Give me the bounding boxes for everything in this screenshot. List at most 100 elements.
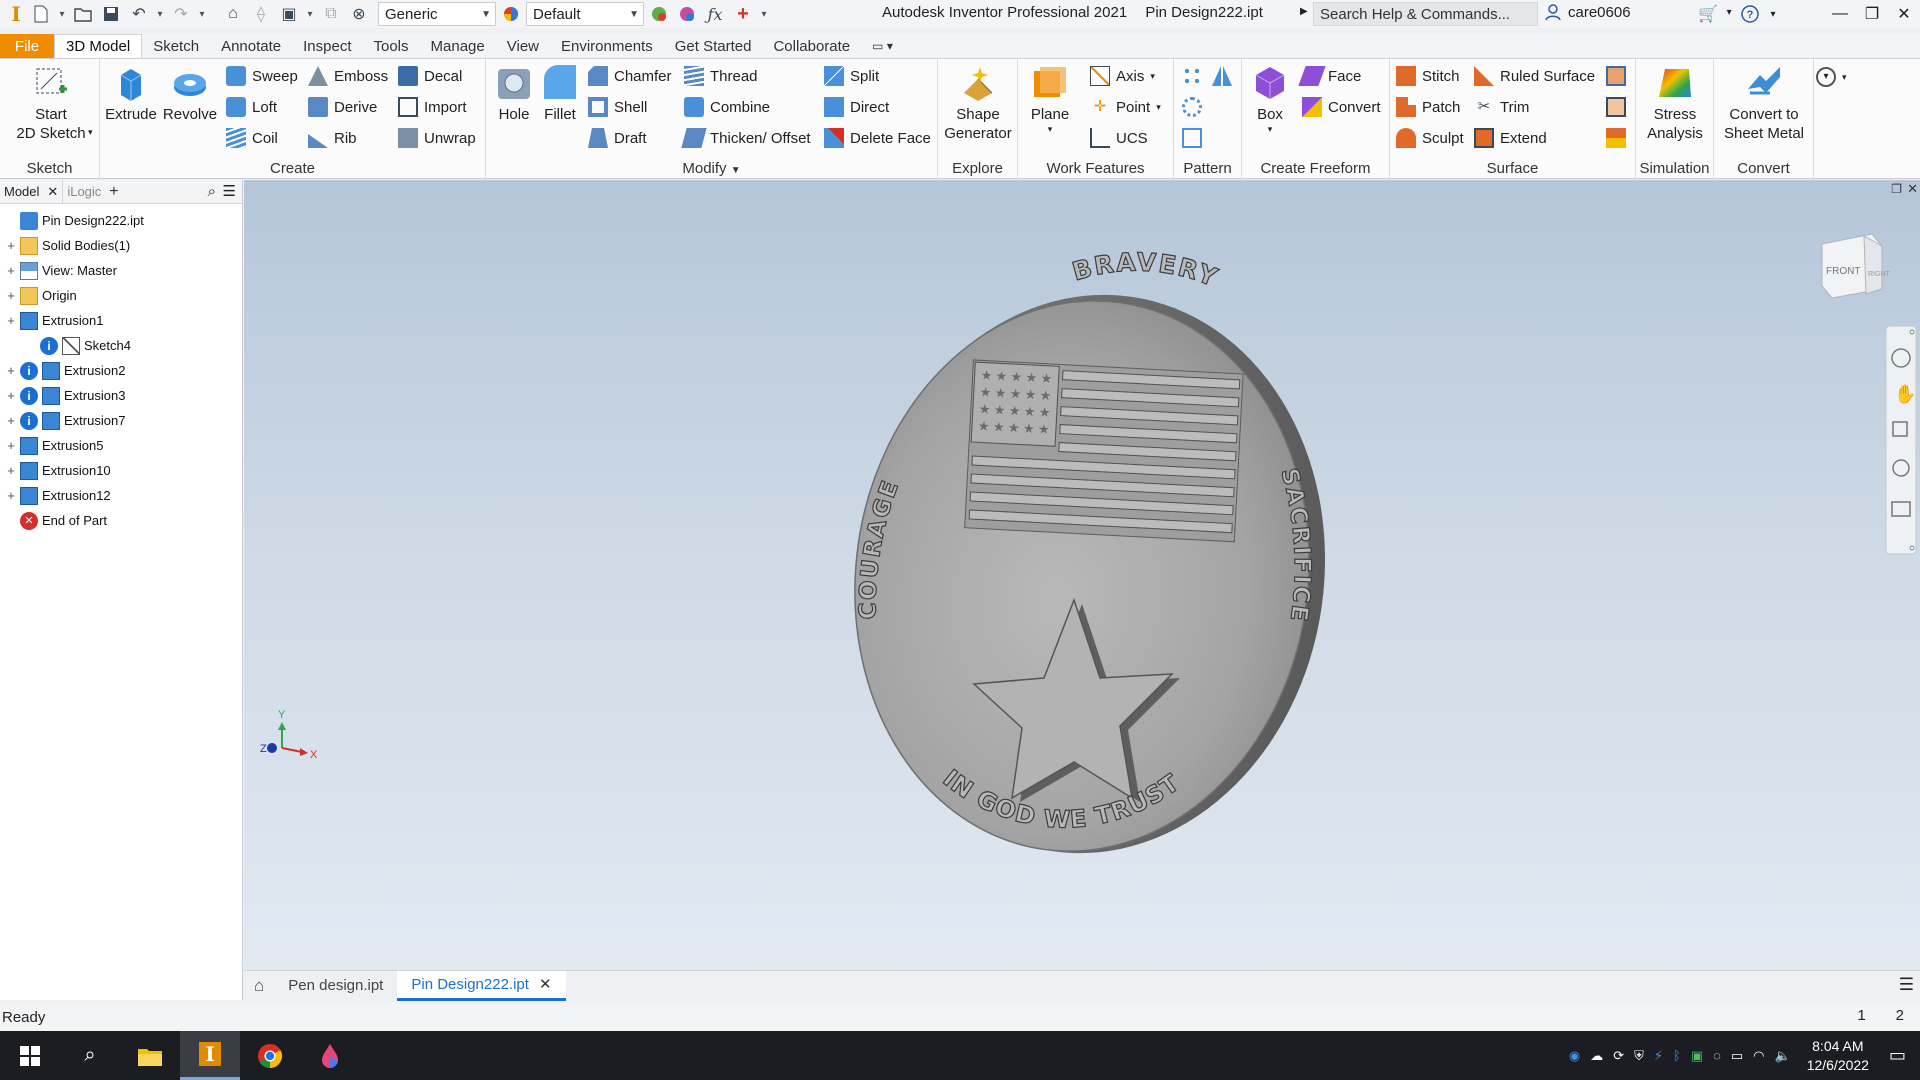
inventor-logo-icon[interactable]: I	[6, 2, 26, 26]
sculpt-button[interactable]: Sculpt	[1396, 126, 1464, 150]
new-dropdown-icon[interactable]: ▾	[56, 2, 68, 26]
browser-tab-model[interactable]: Model ✕	[0, 180, 62, 204]
browser-search-icon[interactable]: ⌕	[208, 183, 216, 200]
extrude-button[interactable]: Extrude	[105, 63, 157, 124]
save-icon[interactable]	[98, 2, 124, 26]
measure-icon[interactable]: ⟠	[248, 2, 274, 26]
loft-button[interactable]: Loft	[226, 95, 277, 119]
shell-button[interactable]: Shell	[588, 95, 647, 119]
open-folder-icon[interactable]	[70, 2, 96, 26]
box-button[interactable]: Box ▾	[1246, 63, 1294, 134]
start-2d-sketch-button[interactable]: Start 2D Sketch	[10, 63, 92, 143]
trim-button[interactable]: ✂ Trim	[1474, 95, 1530, 119]
fillet-button[interactable]: Fillet	[538, 63, 582, 124]
search-arrow-icon[interactable]: ▶	[1300, 6, 1308, 17]
tree-expand-icon[interactable]: +	[2, 413, 20, 428]
direct-button[interactable]: Direct	[824, 95, 889, 119]
delete-face-button[interactable]: Delete Face	[824, 126, 931, 150]
stress-analysis-button[interactable]: Stress Analysis	[1638, 63, 1712, 143]
tab-sketch[interactable]: Sketch	[142, 34, 210, 58]
decal-button[interactable]: Decal	[398, 64, 462, 88]
patch-button[interactable]: Patch	[1396, 95, 1460, 119]
tab-view[interactable]: View	[496, 34, 550, 58]
tree-node[interactable]: + View: Master	[0, 258, 242, 283]
appearance-icon[interactable]	[498, 2, 524, 26]
rib-button[interactable]: Rib	[308, 126, 357, 150]
minimize-icon[interactable]: —	[1824, 0, 1856, 28]
chrome-icon[interactable]	[240, 1031, 300, 1080]
extend-button[interactable]: Extend	[1474, 126, 1547, 150]
split-button[interactable]: Split	[824, 64, 879, 88]
inventor-taskbar-icon[interactable]: I	[180, 1031, 240, 1080]
tray-sync-icon[interactable]: ⟳	[1613, 1048, 1624, 1064]
rectangular-pattern-button[interactable]	[1182, 64, 1202, 88]
tree-node[interactable]: + Extrusion1	[0, 308, 242, 333]
help-icon[interactable]: ?	[1734, 0, 1766, 28]
freeform-face-button[interactable]: Face	[1298, 64, 1361, 88]
modify-panel-label[interactable]: Modify ▼	[486, 158, 937, 180]
battery-icon[interactable]: ▭	[1731, 1048, 1743, 1064]
surface-tool-3-button[interactable]	[1606, 126, 1626, 150]
tab-file[interactable]: File	[0, 34, 54, 58]
home-tab-icon[interactable]: ⌂	[244, 971, 274, 1001]
restore-icon[interactable]: ❐	[1856, 0, 1888, 28]
select-icon[interactable]: ▣	[276, 2, 302, 26]
clear-appearance-icon[interactable]	[674, 2, 700, 26]
undo-dropdown-icon[interactable]: ▾	[154, 2, 166, 26]
shape-generator-button[interactable]: Shape Generator	[940, 63, 1016, 143]
graphics-viewport[interactable]: ★ ★ ★ ★ ★ ★ ★ ★ ★ ★ ★ ★ ★ ★ ★ ★ ★ ★ ★ ★ BRAVERY COURAGE SAC…	[244, 180, 1920, 970]
document-tabs-menu-icon[interactable]: ☰	[1899, 975, 1914, 995]
tab-collaborate[interactable]: Collaborate	[762, 34, 861, 58]
update-icon[interactable]: ⧉	[318, 2, 344, 26]
circular-pattern-button[interactable]	[1182, 95, 1202, 119]
tree-expand-icon[interactable]: +	[2, 238, 20, 253]
convert-to-sheet-metal-button[interactable]: Convert to Sheet Metal	[1718, 63, 1810, 143]
info-icon[interactable]: i	[20, 386, 38, 405]
unwrap-button[interactable]: Unwrap	[398, 126, 476, 150]
freeform-convert-button[interactable]: Convert	[1302, 95, 1381, 119]
tab-manage[interactable]: Manage	[420, 34, 496, 58]
viewcube-right[interactable]: RIGHT	[1868, 271, 1891, 278]
viewcube-front[interactable]: FRONT	[1826, 266, 1860, 277]
close-icon[interactable]: ✕	[539, 975, 552, 993]
thicken-offset-button[interactable]: Thicken/ Offset	[681, 126, 811, 150]
info-icon[interactable]: i	[20, 411, 38, 430]
tree-expand-icon[interactable]: +	[2, 438, 20, 453]
viewport-close-icon[interactable]: ✕	[1907, 181, 1918, 197]
tray-power-icon[interactable]: ⚡	[1654, 1048, 1663, 1064]
home-icon[interactable]: ⌂	[220, 2, 246, 26]
emboss-button[interactable]: Emboss	[308, 64, 388, 88]
tree-node[interactable]: + Origin	[0, 283, 242, 308]
cart-icon[interactable]: 🛒	[1692, 0, 1724, 28]
tab-annotate[interactable]: Annotate	[210, 34, 292, 58]
pin-coin-model[interactable]: ★ ★ ★ ★ ★★ ★ ★ ★ ★★ ★ ★ ★ ★★ ★ ★ ★ ★ BRAVERY COURAGE SAC…	[820, 247, 1361, 883]
material-combo[interactable]: Generic ▼	[378, 2, 496, 26]
parameters-fx-icon[interactable]: ƒx	[702, 2, 728, 26]
tree-expand-icon[interactable]: +	[2, 488, 20, 503]
tree-expand-icon[interactable]: +	[2, 288, 20, 303]
ribbon-display-toggle-icon[interactable]: ▭ ▾	[861, 34, 904, 58]
info-icon[interactable]: i	[40, 336, 58, 355]
plane-button[interactable]: Plane ▾	[1024, 63, 1076, 134]
chamfer-button[interactable]: Chamfer	[588, 64, 672, 88]
tree-expand-icon[interactable]: +	[2, 313, 20, 328]
point-button[interactable]: ✛ Point ▾	[1090, 95, 1161, 119]
tree-node[interactable]: + Solid Bodies(1)	[0, 233, 242, 258]
add-tab-icon[interactable]: +	[109, 183, 118, 201]
tab-environments[interactable]: Environments	[550, 34, 664, 58]
tree-expand-icon[interactable]: +	[2, 363, 20, 378]
info-icon[interactable]: i	[20, 361, 38, 380]
view-cube[interactable]: FRONT RIGHT	[1821, 233, 1891, 299]
browser-tab-ilogic[interactable]: iLogic +	[62, 179, 122, 204]
document-tab-pin-design222[interactable]: Pin Design222.ipt ✕	[397, 970, 566, 1001]
tree-node[interactable]: + i Extrusion2	[0, 358, 242, 383]
adjust-appearance-icon[interactable]	[646, 2, 672, 26]
undo-icon[interactable]: ↶	[126, 2, 152, 26]
tab-3d-model[interactable]: 3D Model	[54, 34, 143, 58]
tree-expand-icon[interactable]: +	[2, 463, 20, 478]
model-canvas[interactable]: ★ ★ ★ ★ ★★ ★ ★ ★ ★★ ★ ★ ★ ★★ ★ ★ ★ ★ BRAVERY COURAGE SAC…	[244, 180, 1920, 970]
close-icon[interactable]: ✕	[47, 184, 58, 200]
tree-node[interactable]: + Extrusion10	[0, 458, 242, 483]
bluetooth-icon[interactable]: ᛒ	[1673, 1048, 1681, 1063]
axis-button[interactable]: Axis ▾	[1090, 64, 1155, 88]
